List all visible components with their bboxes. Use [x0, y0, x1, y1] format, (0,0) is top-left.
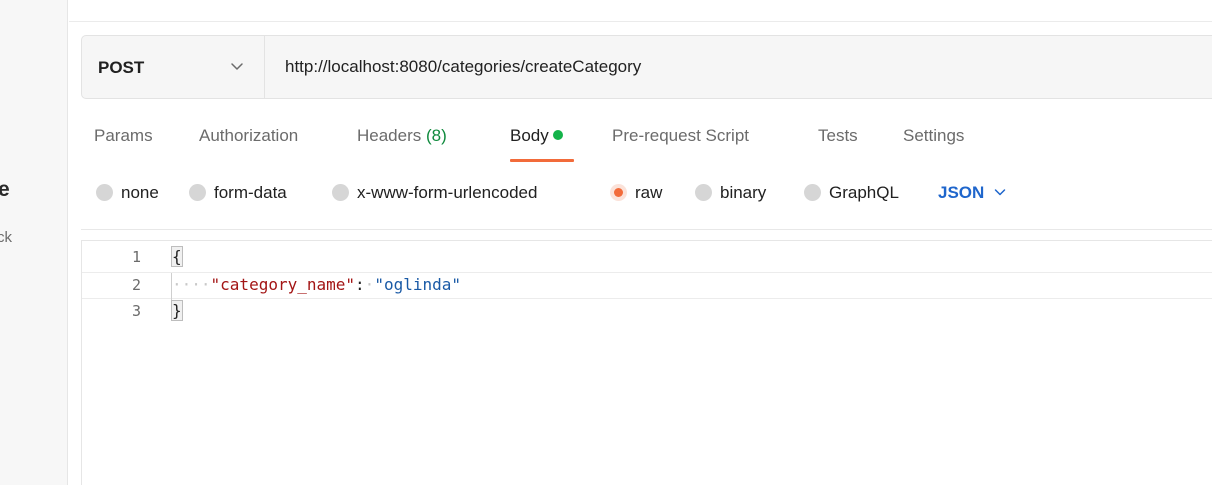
- body-editor[interactable]: 1 { 2 ····"category_name":·"oglinda" 3 }: [81, 240, 1212, 485]
- sidebar-heading-fragment: e: [0, 178, 10, 202]
- body-indicator-dot: [552, 130, 563, 140]
- request-url-bar: POST http://localhost:8080/categories/cr…: [81, 35, 1212, 99]
- tab-authorization[interactable]: Authorization: [199, 126, 298, 146]
- line-number: 1: [131, 248, 141, 266]
- tab-label: Headers: [357, 126, 422, 145]
- code-text: }: [171, 300, 183, 321]
- editor-line: 1 {: [82, 245, 1212, 272]
- json-colon: :: [355, 275, 365, 294]
- options-divider: [81, 229, 1212, 230]
- active-tab-underline: [510, 159, 574, 162]
- tab-label: Authorization: [199, 126, 299, 145]
- chevron-down-icon: [231, 63, 243, 70]
- sidebar-text-fragment: ck: [0, 229, 12, 246]
- radio-raw[interactable]: raw: [610, 183, 662, 203]
- radio-form-data[interactable]: form-data: [189, 183, 287, 203]
- url-input[interactable]: http://localhost:8080/categories/createC…: [285, 57, 641, 77]
- headers-count: (8): [426, 126, 447, 145]
- left-sidebar: e ck: [0, 0, 68, 485]
- editor-line-active: 2 ····"category_name":·"oglinda": [82, 272, 1212, 300]
- whitespace-marker: ·: [364, 275, 375, 294]
- method-label: POST: [98, 58, 145, 77]
- tab-params[interactable]: Params: [94, 126, 153, 146]
- chevron-down-icon: [995, 189, 1006, 196]
- json-key: "category_name": [210, 275, 356, 294]
- radio-icon: [332, 184, 349, 201]
- json-value: "oglinda": [374, 275, 462, 294]
- close-brace: }: [171, 300, 183, 321]
- radio-label: form-data: [214, 183, 287, 202]
- editor-line: 3 }: [82, 299, 1212, 326]
- tab-settings[interactable]: Settings: [903, 126, 964, 146]
- radio-label: raw: [635, 183, 663, 202]
- radio-icon: [804, 184, 821, 201]
- tab-body[interactable]: Body: [510, 126, 563, 146]
- radio-label: x-www-form-urlencoded: [357, 183, 538, 202]
- code-text: {: [171, 246, 183, 267]
- tab-tests[interactable]: Tests: [818, 126, 858, 146]
- radio-label: binary: [720, 183, 767, 202]
- whitespace-marker: ····: [172, 275, 211, 294]
- method-select[interactable]: POST: [82, 36, 265, 98]
- radio-graphql[interactable]: GraphQL: [804, 183, 899, 203]
- radio-binary[interactable]: binary: [695, 183, 766, 203]
- line-number: 3: [131, 302, 141, 320]
- tab-label: Settings: [903, 126, 965, 145]
- top-divider: [69, 21, 1212, 22]
- radio-icon: [695, 184, 712, 201]
- radio-none[interactable]: none: [96, 183, 159, 203]
- tab-label: Body: [510, 126, 549, 145]
- tab-label: Pre-request Script: [612, 126, 749, 145]
- tab-pre-request-script[interactable]: Pre-request Script: [612, 126, 749, 146]
- format-label: JSON: [938, 183, 985, 202]
- radio-label: GraphQL: [829, 183, 899, 202]
- open-brace: {: [171, 246, 183, 267]
- radio-x-www-form-urlencoded[interactable]: x-www-form-urlencoded: [332, 183, 537, 203]
- format-select[interactable]: JSON: [938, 183, 1006, 203]
- tab-label: Tests: [818, 126, 858, 145]
- tab-label: Params: [94, 126, 153, 145]
- tab-headers[interactable]: Headers (8): [357, 126, 447, 146]
- radio-icon: [96, 184, 113, 201]
- radio-icon: [189, 184, 206, 201]
- radio-label: none: [121, 183, 159, 202]
- code-text: ····"category_name":·"oglinda": [172, 275, 461, 294]
- radio-selected-icon: [610, 184, 627, 201]
- line-number: 2: [131, 276, 141, 294]
